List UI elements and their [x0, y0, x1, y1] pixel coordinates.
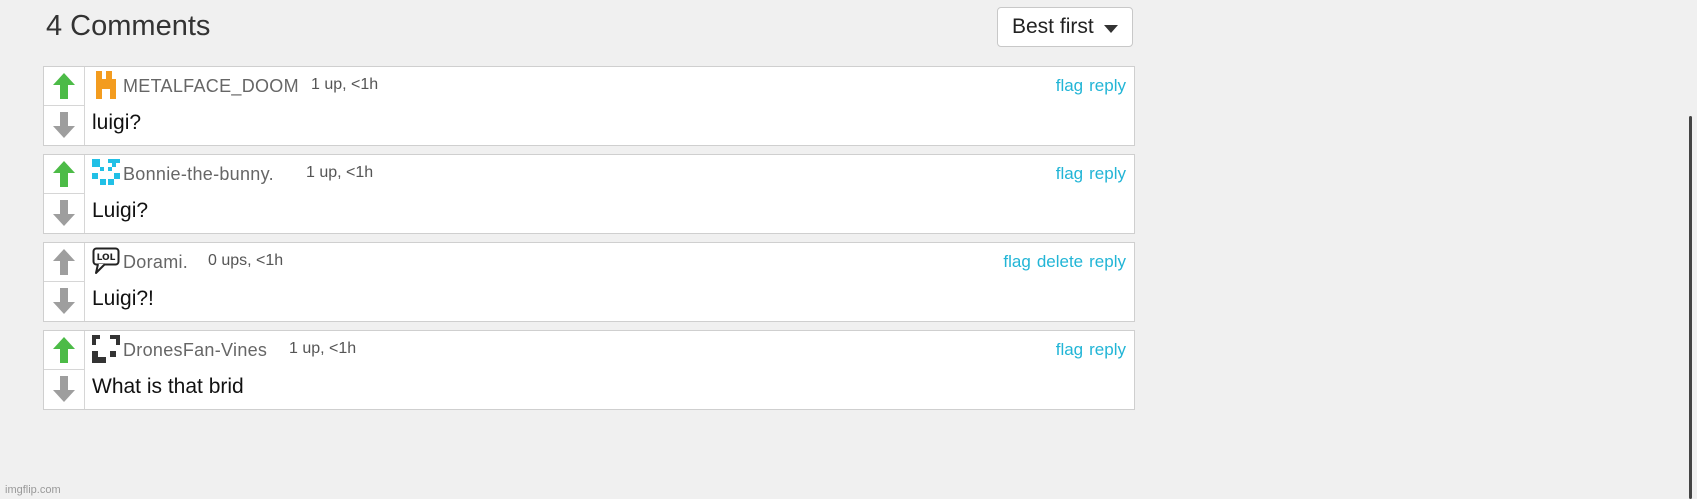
comment-meta: 0 ups, <1h: [208, 252, 284, 269]
upvote-button[interactable]: [44, 67, 84, 106]
vote-column: [44, 67, 85, 145]
arrow-up-icon: [53, 161, 75, 187]
upvote-button[interactable]: [44, 243, 84, 282]
comment-actions: flag reply: [1056, 164, 1126, 184]
reply-link[interactable]: reply: [1089, 340, 1126, 360]
comment-meta: 1 up, <1h: [289, 340, 357, 357]
downvote-button[interactable]: [44, 370, 84, 408]
lol-speech-bubble-icon[interactable]: LOL: [92, 247, 120, 275]
flag-link[interactable]: flag: [1056, 340, 1083, 360]
caret-down-icon: [1104, 25, 1118, 33]
arrow-down-icon: [53, 112, 75, 138]
flag-link[interactable]: flag: [1056, 164, 1083, 184]
comment-username[interactable]: DronesFan-Vines: [123, 340, 267, 361]
comment-text: luigi?: [92, 111, 142, 134]
svg-text:LOL: LOL: [97, 253, 116, 263]
downvote-button[interactable]: [44, 106, 84, 144]
comment-text: Luigi?!: [92, 287, 154, 310]
comment-actions: flag reply: [1056, 76, 1126, 96]
comments-count-title: 4 Comments: [46, 10, 211, 42]
cyan-pixel-avatar-icon[interactable]: [92, 159, 120, 187]
comments-page: 4 Comments Best first METALFACE_DOOM 1 u…: [0, 0, 1697, 499]
comment-item: LOL Dorami. 0 ups, <1h flag delete reply…: [43, 242, 1135, 322]
comment-item: DronesFan-Vines 1 up, <1h flag reply Wha…: [43, 330, 1135, 410]
upvote-button[interactable]: [44, 331, 84, 370]
flag-link[interactable]: flag: [1003, 252, 1030, 272]
arrow-down-icon: [53, 288, 75, 314]
comment-username[interactable]: Dorami.: [123, 252, 188, 273]
comment-text: Luigi?: [92, 199, 149, 222]
comment-username[interactable]: Bonnie-the-bunny.: [123, 164, 274, 185]
delete-link[interactable]: delete: [1037, 252, 1083, 272]
comment-text: What is that brid: [92, 375, 244, 398]
arrow-down-icon: [53, 376, 75, 402]
arrow-up-icon: [53, 337, 75, 363]
arrow-up-icon: [53, 249, 75, 275]
sort-order-label: Best first: [1012, 15, 1094, 38]
downvote-button[interactable]: [44, 282, 84, 320]
vote-column: [44, 243, 85, 321]
arrow-up-icon: [53, 73, 75, 99]
vote-column: [44, 155, 85, 233]
vertical-scrollbar[interactable]: [1689, 116, 1692, 499]
comment-actions: flag delete reply: [1003, 252, 1126, 272]
arrow-down-icon: [53, 200, 75, 226]
comment-item: Bonnie-the-bunny. 1 up, <1h flag reply L…: [43, 154, 1135, 234]
sort-order-select[interactable]: Best first: [997, 7, 1133, 47]
reply-link[interactable]: reply: [1089, 164, 1126, 184]
comment-actions: flag reply: [1056, 340, 1126, 360]
black-pixel-avatar-icon[interactable]: [92, 335, 120, 363]
comment-meta: 1 up, <1h: [311, 76, 379, 93]
reply-link[interactable]: reply: [1089, 252, 1126, 272]
upvote-button[interactable]: [44, 155, 84, 194]
orange-pixel-avatar-icon[interactable]: [92, 71, 120, 99]
comment-item: METALFACE_DOOM 1 up, <1h flag reply luig…: [43, 66, 1135, 146]
downvote-button[interactable]: [44, 194, 84, 232]
site-watermark: imgflip.com: [5, 484, 61, 496]
reply-link[interactable]: reply: [1089, 76, 1126, 96]
flag-link[interactable]: flag: [1056, 76, 1083, 96]
vote-column: [44, 331, 85, 409]
comment-username[interactable]: METALFACE_DOOM: [123, 76, 299, 97]
comment-meta: 1 up, <1h: [306, 164, 374, 181]
